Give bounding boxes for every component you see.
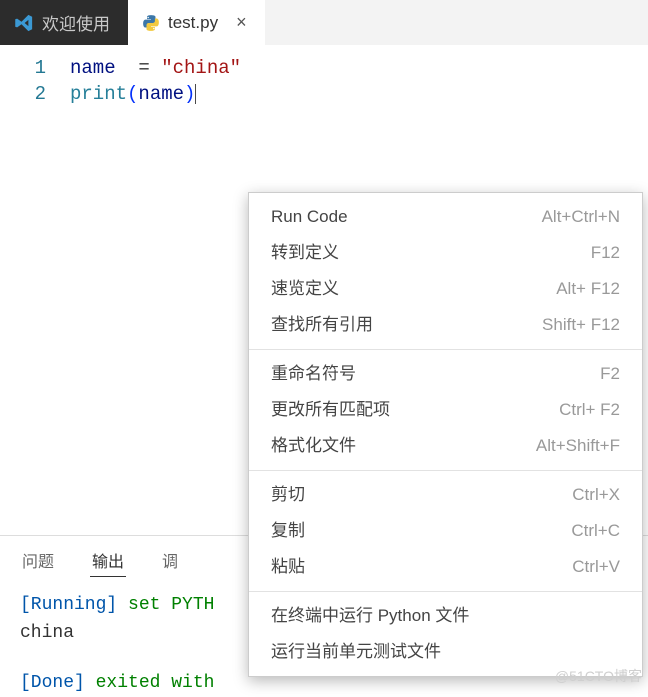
context-menu-item[interactable]: 转到定义 F12 [249, 235, 642, 271]
context-menu-label: 速览定义 [271, 278, 339, 300]
text-cursor [195, 84, 196, 104]
context-menu-separator [249, 349, 642, 350]
context-menu-separator [249, 470, 642, 471]
tab-file[interactable]: test.py × [128, 0, 265, 45]
context-menu: Run Code Alt+Ctrl+N 转到定义 F12 速览定义 Alt+ F12 查找所… [248, 192, 643, 677]
context-menu-label: 运行当前单元测试文件 [271, 641, 441, 663]
context-menu-shortcut: Ctrl+C [571, 520, 620, 542]
context-menu-separator [249, 591, 642, 592]
context-menu-shortcut: Ctrl+X [572, 484, 620, 506]
context-menu-label: 格式化文件 [271, 435, 356, 457]
context-menu-label: 重命名符号 [271, 363, 356, 385]
panel-tab-output[interactable]: 输出 [90, 544, 126, 577]
context-menu-label: 转到定义 [271, 242, 339, 264]
close-icon[interactable]: × [236, 12, 247, 33]
context-menu-shortcut: Alt+Ctrl+N [542, 206, 620, 228]
panel-tab-problems[interactable]: 问题 [20, 544, 56, 577]
tab-welcome[interactable]: 欢迎使用 [0, 0, 128, 45]
context-menu-label: 复制 [271, 520, 305, 542]
panel-tab-debug[interactable]: 调 [160, 544, 180, 577]
context-menu-item[interactable]: 粘贴 Ctrl+V [249, 549, 642, 585]
tab-bar: 欢迎使用 test.py × [0, 0, 648, 45]
context-menu-item[interactable]: 更改所有匹配项 Ctrl+ F2 [249, 392, 642, 428]
code-line[interactable]: name = "china" [70, 55, 241, 81]
context-menu-shortcut: F12 [591, 242, 620, 264]
context-menu-item[interactable]: 查找所有引用 Shift+ F12 [249, 307, 642, 343]
context-menu-item[interactable]: Run Code Alt+Ctrl+N [249, 199, 642, 235]
watermark: @51CTO博客 [555, 666, 642, 686]
tab-file-label: test.py [168, 13, 218, 33]
context-menu-shortcut: Ctrl+V [572, 556, 620, 578]
context-menu-item[interactable]: 重命名符号 F2 [249, 356, 642, 392]
context-menu-label: Run Code [271, 206, 348, 228]
context-menu-label: 在终端中运行 Python 文件 [271, 605, 469, 627]
python-icon [142, 14, 160, 32]
line-number: 2 [0, 81, 46, 107]
context-menu-item[interactable]: 在终端中运行 Python 文件 [249, 598, 642, 634]
context-menu-item[interactable]: 运行当前单元测试文件 [249, 634, 642, 670]
code-area[interactable]: name = "china" print(name) [70, 55, 241, 535]
gutter: 1 2 [0, 55, 70, 535]
context-menu-shortcut: Ctrl+ F2 [559, 399, 620, 421]
context-menu-shortcut: Alt+Shift+F [536, 435, 620, 457]
context-menu-label: 粘贴 [271, 556, 305, 578]
context-menu-label: 剪切 [271, 484, 305, 506]
context-menu-item[interactable]: 格式化文件 Alt+Shift+F [249, 428, 642, 464]
context-menu-shortcut: Shift+ F12 [542, 314, 620, 336]
vscode-icon [14, 13, 34, 33]
context-menu-item[interactable]: 剪切 Ctrl+X [249, 477, 642, 513]
context-menu-item[interactable]: 复制 Ctrl+C [249, 513, 642, 549]
context-menu-shortcut: F2 [600, 363, 620, 385]
context-menu-label: 更改所有匹配项 [271, 399, 390, 421]
line-number: 1 [0, 55, 46, 81]
context-menu-shortcut: Alt+ F12 [556, 278, 620, 300]
context-menu-label: 查找所有引用 [271, 314, 373, 336]
context-menu-item[interactable]: 速览定义 Alt+ F12 [249, 271, 642, 307]
tab-welcome-label: 欢迎使用 [42, 10, 110, 35]
code-line[interactable]: print(name) [70, 81, 241, 107]
